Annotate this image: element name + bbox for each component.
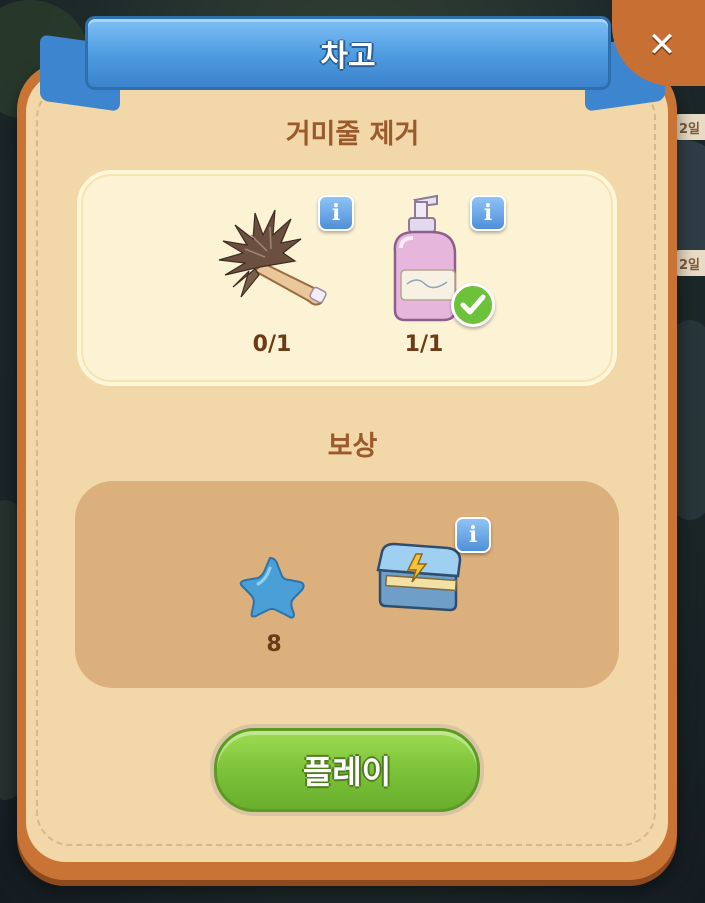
background-timer-tag: 2일 xyxy=(675,250,705,276)
info-icon: i xyxy=(483,200,493,226)
soap-count: 1/1 xyxy=(404,332,444,357)
reward-section-title: 보상 xyxy=(327,431,378,462)
info-icon: i xyxy=(331,200,341,226)
energy-chest-icon xyxy=(376,542,462,612)
task-section-title: 거미줄 제거 xyxy=(285,119,420,150)
reward-item-star xyxy=(236,554,308,620)
dialog-title: 차고 xyxy=(320,39,376,74)
play-button[interactable]: 플레이 xyxy=(210,724,484,816)
info-icon: i xyxy=(468,522,478,548)
reward-items-box xyxy=(75,481,619,688)
chest-info-button[interactable]: i xyxy=(455,517,491,553)
close-icon: ✕ xyxy=(647,25,677,65)
title-ribbon: 차고 xyxy=(85,16,611,90)
star-icon xyxy=(239,556,305,619)
star-reward-count: 8 xyxy=(266,632,282,657)
duster-count: 0/1 xyxy=(252,332,292,357)
completed-check-icon xyxy=(451,283,495,327)
feather-duster-icon xyxy=(218,209,327,306)
play-button-face: 플레이 xyxy=(214,728,480,812)
duster-info-button[interactable]: i xyxy=(318,195,354,231)
task-item-duster[interactable] xyxy=(215,205,330,310)
reward-item-chest[interactable] xyxy=(372,540,466,616)
soap-info-button[interactable]: i xyxy=(470,195,506,231)
play-button-label: 플레이 xyxy=(302,753,392,791)
